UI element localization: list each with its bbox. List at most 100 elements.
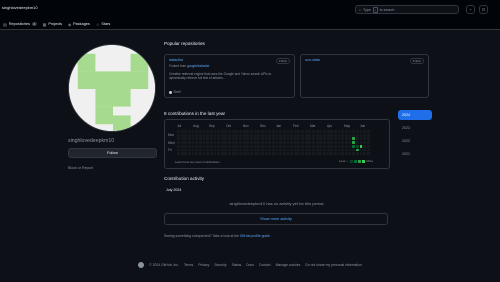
- contribution-day-cell[interactable]: [354, 136, 360, 142]
- contribution-day-cell[interactable]: [354, 143, 360, 149]
- contribution-day-cell[interactable]: [197, 132, 203, 138]
- contribution-day-cell[interactable]: [267, 136, 273, 142]
- contribution-day-cell[interactable]: [249, 132, 254, 138]
- contribution-day-cell[interactable]: [259, 147, 265, 153]
- contribution-day-cell[interactable]: [351, 143, 357, 149]
- contribution-day-cell[interactable]: [332, 151, 338, 157]
- contribution-day-cell[interactable]: [186, 132, 192, 138]
- contribution-day-cell[interactable]: [267, 151, 273, 157]
- contribution-day-cell[interactable]: [318, 143, 324, 149]
- contribution-day-cell[interactable]: [267, 129, 273, 134]
- contribution-day-cell[interactable]: [176, 147, 181, 153]
- contribution-day-cell[interactable]: [281, 147, 287, 153]
- contribution-day-cell[interactable]: [289, 132, 294, 138]
- avatar[interactable]: [68, 44, 156, 132]
- footer-link[interactable]: Security: [214, 263, 226, 267]
- contribution-day-cell[interactable]: [227, 132, 232, 138]
- contribution-day-cell[interactable]: [230, 129, 236, 134]
- contribution-day-cell[interactable]: [256, 129, 262, 134]
- follow-button[interactable]: Follow: [68, 148, 157, 158]
- contribution-day-cell[interactable]: [234, 151, 240, 157]
- contribution-day-cell[interactable]: [216, 129, 221, 134]
- contribution-day-cell[interactable]: [318, 129, 324, 134]
- contribution-day-cell[interactable]: [329, 136, 335, 142]
- contribution-day-cell[interactable]: [314, 143, 320, 149]
- contribution-day-cell[interactable]: [227, 136, 232, 142]
- contribution-day-cell[interactable]: [281, 129, 287, 134]
- contribution-day-cell[interactable]: [281, 136, 287, 142]
- contribution-day-cell[interactable]: [314, 140, 320, 145]
- contribution-day-cell[interactable]: [311, 129, 316, 134]
- contribution-day-cell[interactable]: [227, 129, 232, 134]
- contribution-day-cell[interactable]: [249, 147, 254, 153]
- contribution-day-cell[interactable]: [219, 136, 225, 142]
- contribution-day-cell[interactable]: [307, 143, 313, 149]
- contribution-day-cell[interactable]: [227, 147, 232, 153]
- contribution-day-cell[interactable]: [227, 151, 232, 157]
- contribution-day-cell[interactable]: [278, 132, 284, 138]
- contribution-day-cell[interactable]: [179, 147, 185, 153]
- footer-link[interactable]: Do not share my personal information: [305, 263, 362, 267]
- contribution-day-cell[interactable]: [238, 132, 243, 138]
- contribution-day-cell[interactable]: [186, 151, 192, 157]
- contribution-day-cell[interactable]: [194, 151, 200, 157]
- contribution-day-cell[interactable]: [311, 143, 316, 149]
- contribution-day-cell[interactable]: [303, 140, 309, 145]
- contribution-day-cell[interactable]: [340, 143, 346, 149]
- contribution-day-cell[interactable]: [208, 147, 214, 153]
- footer-link[interactable]: Privacy: [198, 263, 209, 267]
- contribution-day-cell[interactable]: [329, 151, 335, 157]
- contribution-day-cell[interactable]: [307, 151, 313, 157]
- contribution-day-cell[interactable]: [365, 136, 371, 142]
- footer-link[interactable]: Status: [232, 263, 242, 267]
- contribution-day-cell[interactable]: [332, 140, 338, 145]
- contribution-day-cell[interactable]: [296, 132, 302, 138]
- contribution-day-cell[interactable]: [351, 136, 357, 142]
- contribution-day-cell[interactable]: [249, 129, 254, 134]
- contribution-day-cell[interactable]: [241, 140, 247, 145]
- inbox-button[interactable]: ⊡: [479, 5, 488, 14]
- contribution-day-cell[interactable]: [325, 129, 331, 134]
- contribution-day-cell[interactable]: [194, 140, 200, 145]
- contribution-day-cell[interactable]: [216, 143, 221, 149]
- contribution-day-cell[interactable]: [219, 143, 225, 149]
- contribution-day-cell[interactable]: [340, 132, 346, 138]
- contribution-day-cell[interactable]: [303, 143, 309, 149]
- contribution-day-cell[interactable]: [183, 129, 189, 134]
- contribution-day-cell[interactable]: [365, 140, 371, 145]
- contribution-day-cell[interactable]: [325, 151, 331, 157]
- contribution-day-cell[interactable]: [234, 140, 240, 145]
- contribution-day-cell[interactable]: [179, 129, 185, 134]
- contribution-day-cell[interactable]: [208, 143, 214, 149]
- contribution-day-cell[interactable]: [238, 129, 243, 134]
- contribution-day-cell[interactable]: [256, 136, 262, 142]
- contribution-day-cell[interactable]: [303, 129, 309, 134]
- contribution-day-cell[interactable]: [285, 140, 291, 145]
- contribution-day-cell[interactable]: [249, 143, 254, 149]
- contribution-day-cell[interactable]: [300, 140, 305, 145]
- contribution-day-cell[interactable]: [292, 136, 298, 142]
- contribution-day-cell[interactable]: [354, 129, 360, 134]
- contribution-day-cell[interactable]: [270, 136, 276, 142]
- contribution-day-cell[interactable]: [362, 143, 367, 149]
- contribution-day-cell[interactable]: [267, 140, 273, 145]
- github-logo-icon[interactable]: [138, 262, 145, 268]
- contribution-day-cell[interactable]: [318, 136, 324, 142]
- contribution-day-cell[interactable]: [205, 151, 211, 157]
- contribution-day-cell[interactable]: [241, 129, 247, 134]
- repo-name-link[interactable]: dataclist: [169, 58, 290, 62]
- contribution-day-cell[interactable]: [183, 151, 189, 157]
- contribution-day-cell[interactable]: [183, 132, 189, 138]
- contribution-day-cell[interactable]: [311, 136, 316, 142]
- year-2024-button[interactable]: 2024: [398, 110, 432, 120]
- contribution-day-cell[interactable]: [186, 143, 192, 149]
- contribution-day-cell[interactable]: [252, 132, 258, 138]
- contribution-day-cell[interactable]: [205, 129, 211, 134]
- contribution-day-cell[interactable]: [186, 136, 192, 142]
- contribution-day-cell[interactable]: [179, 132, 185, 138]
- contribution-day-cell[interactable]: [241, 132, 247, 138]
- contribution-day-cell[interactable]: [314, 132, 320, 138]
- contribution-day-cell[interactable]: [230, 151, 236, 157]
- contribution-day-cell[interactable]: [252, 143, 258, 149]
- contribution-day-cell[interactable]: [351, 151, 357, 157]
